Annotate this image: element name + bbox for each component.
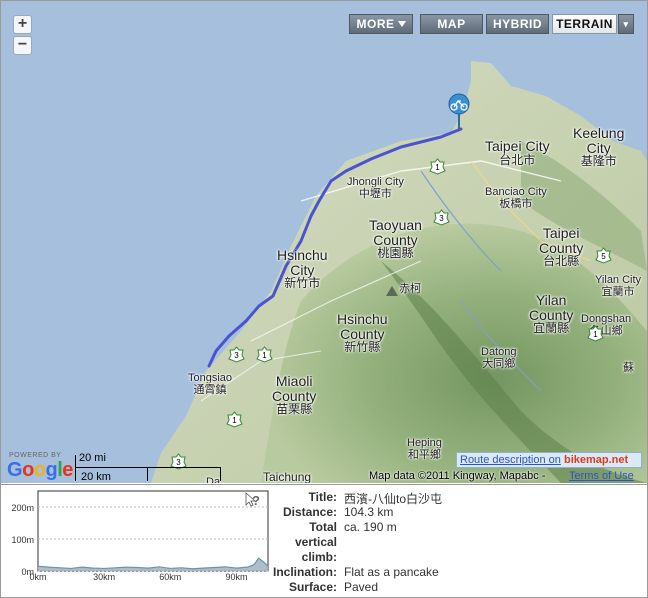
place-label: Miaoli County 苗栗縣 bbox=[272, 373, 317, 417]
highway-number: 3 bbox=[234, 351, 239, 360]
detail-key: Title: bbox=[308, 490, 337, 504]
place-label: 蘇 bbox=[623, 362, 634, 374]
highway-shield-icon: 1 bbox=[429, 158, 446, 175]
more-label: MORE bbox=[356, 17, 395, 31]
scale-bar-tick bbox=[220, 467, 221, 481]
map-type-more-button[interactable]: MORE bbox=[349, 14, 413, 34]
detail-key: Distance: bbox=[282, 505, 337, 519]
detail-value: 104.3 km bbox=[344, 505, 394, 519]
detail-key: Total bbox=[309, 520, 337, 534]
route-description-link[interactable]: Route description on bikemap.net bbox=[456, 452, 642, 468]
place-label: Banciao City 板橋市 bbox=[485, 186, 547, 210]
scale-bar-tick bbox=[147, 467, 148, 481]
scale-km: 20 km bbox=[81, 471, 111, 483]
google-logo-letter: o bbox=[33, 459, 46, 481]
detail-value: Flat as a pancake bbox=[344, 565, 439, 579]
google-logo-letter: o bbox=[22, 459, 34, 481]
powered-by-label: POWERED BY bbox=[9, 452, 62, 459]
scale-miles: 20 mi bbox=[79, 452, 106, 464]
highway-shield-icon: 1 bbox=[256, 346, 273, 363]
y-tick-label: 100m bbox=[11, 535, 34, 545]
map-canvas[interactable]: + − MORE MAP HYBRID TERRAIN ▾ Taipei Cit… bbox=[1, 1, 647, 483]
google-logo-letter: G bbox=[7, 459, 23, 481]
place-label: Hsinchu County 新竹縣 bbox=[337, 311, 388, 355]
zoom-in-button[interactable]: + bbox=[13, 15, 32, 34]
zoom-out-button[interactable]: − bbox=[13, 36, 32, 55]
google-logo[interactable]: Google bbox=[7, 459, 73, 482]
bikemap-link[interactable]: bikemap.net bbox=[564, 454, 628, 466]
detail-key: climb: bbox=[301, 550, 337, 564]
x-tick-label: 30km bbox=[93, 572, 115, 582]
place-label: Taipei City 台北市 bbox=[485, 138, 550, 167]
place-label: Yilan County 宜蘭縣 bbox=[529, 292, 574, 336]
highway-number: 1 bbox=[593, 330, 598, 339]
highway-number: 3 bbox=[439, 214, 444, 223]
highway-number: 1 bbox=[232, 416, 237, 425]
place-label: Yilan City 宜蘭市 bbox=[595, 274, 642, 298]
highway-shield-icon: 1 bbox=[226, 411, 243, 428]
map-type-dropdown-button[interactable]: ▾ bbox=[618, 14, 634, 34]
place-label: Taipei County 台北縣 bbox=[539, 225, 584, 269]
place-label: Keelung City 基隆市 bbox=[573, 125, 625, 169]
detail-key: Inclination: bbox=[273, 565, 337, 579]
highway-number: 1 bbox=[435, 163, 440, 172]
x-tick-label: 0km bbox=[29, 572, 46, 582]
detail-value: Paved bbox=[344, 580, 379, 594]
highway-number: 5 bbox=[601, 252, 606, 261]
chevron-down-icon bbox=[397, 21, 406, 27]
y-tick-label: 200m bbox=[11, 503, 34, 513]
highway-shield-icon: 3 bbox=[228, 346, 245, 363]
scale-bar bbox=[75, 467, 221, 468]
chart-plot-area bbox=[37, 490, 269, 572]
map-type-terrain-button[interactable]: TERRAIN bbox=[552, 14, 617, 34]
map-type-map-button[interactable]: MAP bbox=[420, 14, 483, 34]
route-info-panel: 200m 100m 0m 0km 30km 60km 90km? Title: 西濱-八仙to… bbox=[1, 484, 647, 597]
detail-key: Surface: bbox=[288, 580, 337, 594]
highway-number: 1 bbox=[262, 351, 267, 360]
place-label: Heping 和平鄉 bbox=[407, 437, 442, 461]
map-data-attribution: Map data ©2011 Kingway, Mapabc - bbox=[369, 470, 546, 482]
detail-value: ca. 190 m bbox=[344, 520, 397, 534]
google-logo-letter: g bbox=[45, 459, 58, 481]
google-logo-letter: e bbox=[62, 459, 73, 481]
highway-shield-icon: 5 bbox=[595, 247, 612, 264]
x-tick-label: 60km bbox=[159, 572, 181, 582]
elevation-profile-chart: 200m100m0m0km 30km 60km 90km? bbox=[11, 490, 269, 582]
place-label: Datong 大同鄉 bbox=[481, 346, 517, 370]
map-type-hybrid-button[interactable]: HYBRID bbox=[486, 14, 549, 34]
place-label: Tongsiao 通霄鎮 bbox=[188, 372, 233, 396]
route-description-text[interactable]: Route description on bbox=[460, 454, 561, 466]
place-label: Hsinchu City 新竹市 bbox=[277, 247, 328, 291]
detail-key: vertical bbox=[294, 535, 337, 549]
highway-number: 3 bbox=[176, 458, 181, 467]
place-label: Taichung bbox=[263, 470, 312, 483]
terms-of-use-link[interactable]: Terms of Use bbox=[569, 470, 634, 482]
highway-shield-icon: 3 bbox=[433, 209, 450, 226]
x-tick-label: 90km bbox=[225, 572, 247, 582]
highway-shield-icon: 1 bbox=[587, 325, 604, 342]
place-label: Taoyuan County 桃園縣 bbox=[369, 217, 422, 261]
place-label: Jhongli City 中壢市 bbox=[347, 176, 404, 200]
scale-bar-tick bbox=[75, 455, 76, 481]
place-label: 赤柯 bbox=[399, 283, 421, 295]
place-label: Da bbox=[206, 476, 221, 483]
